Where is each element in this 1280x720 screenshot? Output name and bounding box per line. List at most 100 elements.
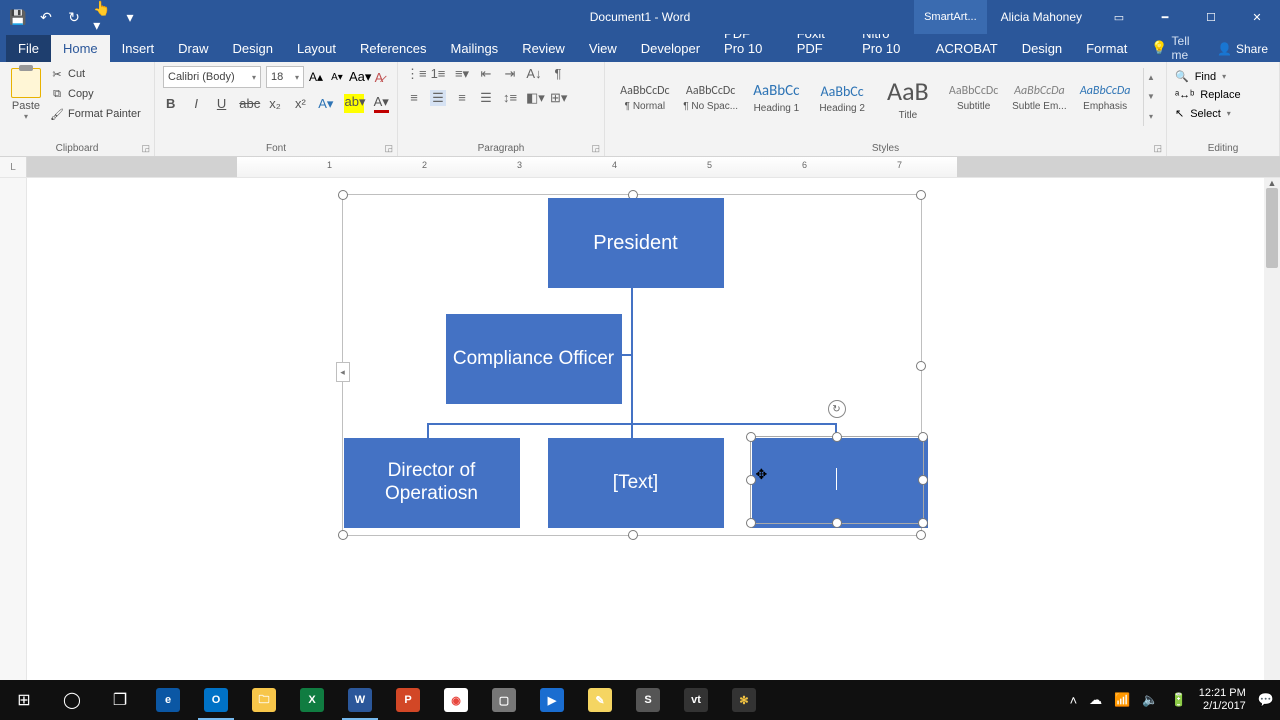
cut-button[interactable]: ✂Cut: [50, 66, 141, 82]
tab-mailings[interactable]: Mailings: [439, 35, 511, 62]
shape-handle[interactable]: [746, 432, 756, 442]
style-item[interactable]: AaBbCcDaSubtle Em...: [1008, 68, 1072, 128]
text-pane-toggle[interactable]: ◂: [336, 362, 350, 382]
bullets-icon[interactable]: ⋮≡: [406, 66, 422, 82]
battery-icon[interactable]: 🔋: [1171, 692, 1187, 708]
tab-review[interactable]: Review: [510, 35, 577, 62]
align-left-icon[interactable]: ≡: [406, 90, 422, 106]
text-effects-icon[interactable]: A▾: [318, 96, 333, 112]
style-item[interactable]: AaBbCcDcSubtitle: [942, 68, 1006, 128]
paste-button[interactable]: Paste ▾: [8, 66, 44, 122]
shape-handle[interactable]: [746, 475, 756, 485]
borders-icon[interactable]: ⊞▾: [550, 90, 566, 106]
clock[interactable]: 12:21 PM 2/1/2017: [1199, 687, 1246, 713]
decrease-indent-icon[interactable]: ⇤: [478, 66, 494, 82]
scroll-up-icon[interactable]: ▲: [1264, 178, 1280, 188]
tell-me-search[interactable]: 💡Tell me: [1139, 34, 1205, 62]
subscript-button[interactable]: x₂: [267, 96, 282, 111]
sticky-notes-icon[interactable]: ✎: [576, 680, 624, 720]
vertical-ruler[interactable]: [0, 178, 27, 702]
select-button[interactable]: ↖Select▾: [1175, 107, 1271, 120]
edge-icon[interactable]: e: [144, 680, 192, 720]
node-president[interactable]: President: [548, 198, 724, 288]
cortana-icon[interactable]: ◯: [48, 680, 96, 720]
font-launcher-icon[interactable]: ◲: [384, 143, 393, 154]
grow-font-icon[interactable]: A▴: [307, 70, 325, 84]
app-icon[interactable]: ▶: [528, 680, 576, 720]
styles-gallery[interactable]: AaBbCcDc¶ NormalAaBbCcDc¶ No Spac...AaBb…: [613, 66, 1158, 128]
node-director-ops[interactable]: Director of Operatiosn: [344, 438, 520, 528]
shape-handle[interactable]: [832, 518, 842, 528]
line-spacing-icon[interactable]: ↕≡: [502, 90, 518, 106]
tab-insert[interactable]: Insert: [110, 35, 167, 62]
tab-references[interactable]: References: [348, 35, 438, 62]
clipboard-launcher-icon[interactable]: ◲: [141, 143, 150, 154]
resize-handle[interactable]: [628, 530, 638, 540]
shape-handle[interactable]: [832, 432, 842, 442]
shape-handle[interactable]: [918, 475, 928, 485]
show-marks-icon[interactable]: ¶: [550, 66, 566, 82]
page[interactable]: ◂ President Compliance Officer Director …: [244, 178, 1064, 702]
resize-handle[interactable]: [338, 530, 348, 540]
font-color-icon[interactable]: A▾: [374, 94, 389, 113]
node-compliance[interactable]: Compliance Officer: [446, 314, 622, 404]
style-item[interactable]: AaBbCcDc¶ No Spac...: [679, 68, 743, 128]
replace-button[interactable]: ᵃ↔ᵇReplace: [1175, 89, 1271, 101]
resize-handle[interactable]: [338, 190, 348, 200]
font-name-combo[interactable]: Calibri (Body)▾: [163, 66, 261, 88]
tab-smartart-design[interactable]: Design: [1010, 35, 1074, 62]
app-icon[interactable]: S: [624, 680, 672, 720]
word-icon[interactable]: W: [336, 680, 384, 720]
wifi-icon[interactable]: 📶: [1114, 692, 1130, 708]
bold-button[interactable]: B: [163, 96, 178, 111]
maximize-icon[interactable]: ☐: [1188, 0, 1234, 34]
file-explorer-icon[interactable]: 🗀: [240, 680, 288, 720]
highlight-icon[interactable]: ab▾: [344, 94, 364, 113]
styles-launcher-icon[interactable]: ◲: [1153, 143, 1162, 154]
shape-handle[interactable]: [918, 518, 928, 528]
app-icon[interactable]: vt: [672, 680, 720, 720]
tab-layout[interactable]: Layout: [285, 35, 348, 62]
outlook-icon[interactable]: O: [192, 680, 240, 720]
tab-acrobat[interactable]: ACROBAT: [924, 35, 1010, 62]
numbering-icon[interactable]: 1≡: [430, 66, 446, 82]
onedrive-icon[interactable]: ☁: [1089, 692, 1102, 708]
style-item[interactable]: AaBTitle: [876, 68, 940, 128]
start-button[interactable]: ⊞: [0, 680, 48, 720]
tab-draw[interactable]: Draw: [166, 35, 220, 62]
powerpoint-icon[interactable]: P: [384, 680, 432, 720]
underline-button[interactable]: U: [214, 96, 229, 111]
horizontal-ruler[interactable]: L 1 2 3 4 5 6 7: [0, 157, 1280, 178]
multilevel-icon[interactable]: ≡▾: [454, 66, 470, 82]
shape-selection-frame[interactable]: [750, 436, 924, 524]
volume-icon[interactable]: 🔈: [1142, 692, 1158, 708]
tab-selector[interactable]: L: [0, 157, 27, 177]
node-text-placeholder[interactable]: [Text]: [548, 438, 724, 528]
strikethrough-button[interactable]: abc: [239, 96, 257, 111]
style-item[interactable]: AaBbCcHeading 2: [810, 68, 874, 128]
resize-handle[interactable]: [916, 361, 926, 371]
align-right-icon[interactable]: ≡: [454, 90, 470, 106]
qat-more-icon[interactable]: ▾: [122, 9, 138, 25]
resize-handle[interactable]: [916, 530, 926, 540]
document-area[interactable]: ◂ President Compliance Officer Director …: [0, 178, 1280, 702]
resize-handle[interactable]: [916, 190, 926, 200]
smartart-object[interactable]: ◂ President Compliance Officer Director …: [342, 194, 922, 536]
justify-icon[interactable]: ☰: [478, 90, 494, 106]
vertical-scrollbar[interactable]: ▲ ▼: [1264, 178, 1280, 702]
style-item[interactable]: AaBbCcDc¶ Normal: [613, 68, 677, 128]
close-icon[interactable]: ✕: [1234, 0, 1280, 34]
redo-icon[interactable]: ↻: [66, 9, 82, 25]
style-item[interactable]: AaBbCcHeading 1: [745, 68, 809, 128]
app-icon[interactable]: ✻: [720, 680, 768, 720]
superscript-button[interactable]: x²: [293, 96, 308, 111]
rotate-handle[interactable]: ↻: [828, 400, 846, 418]
format-painter-button[interactable]: 🖌Format Painter: [50, 106, 141, 122]
align-center-icon[interactable]: ☰: [430, 90, 446, 106]
excel-icon[interactable]: X: [288, 680, 336, 720]
shape-handle[interactable]: [746, 518, 756, 528]
shading-icon[interactable]: ◧▾: [526, 90, 542, 106]
ribbon-display-options-icon[interactable]: ▭: [1096, 0, 1142, 34]
share-button[interactable]: 👤Share: [1205, 36, 1280, 62]
tab-file[interactable]: File: [6, 35, 51, 62]
